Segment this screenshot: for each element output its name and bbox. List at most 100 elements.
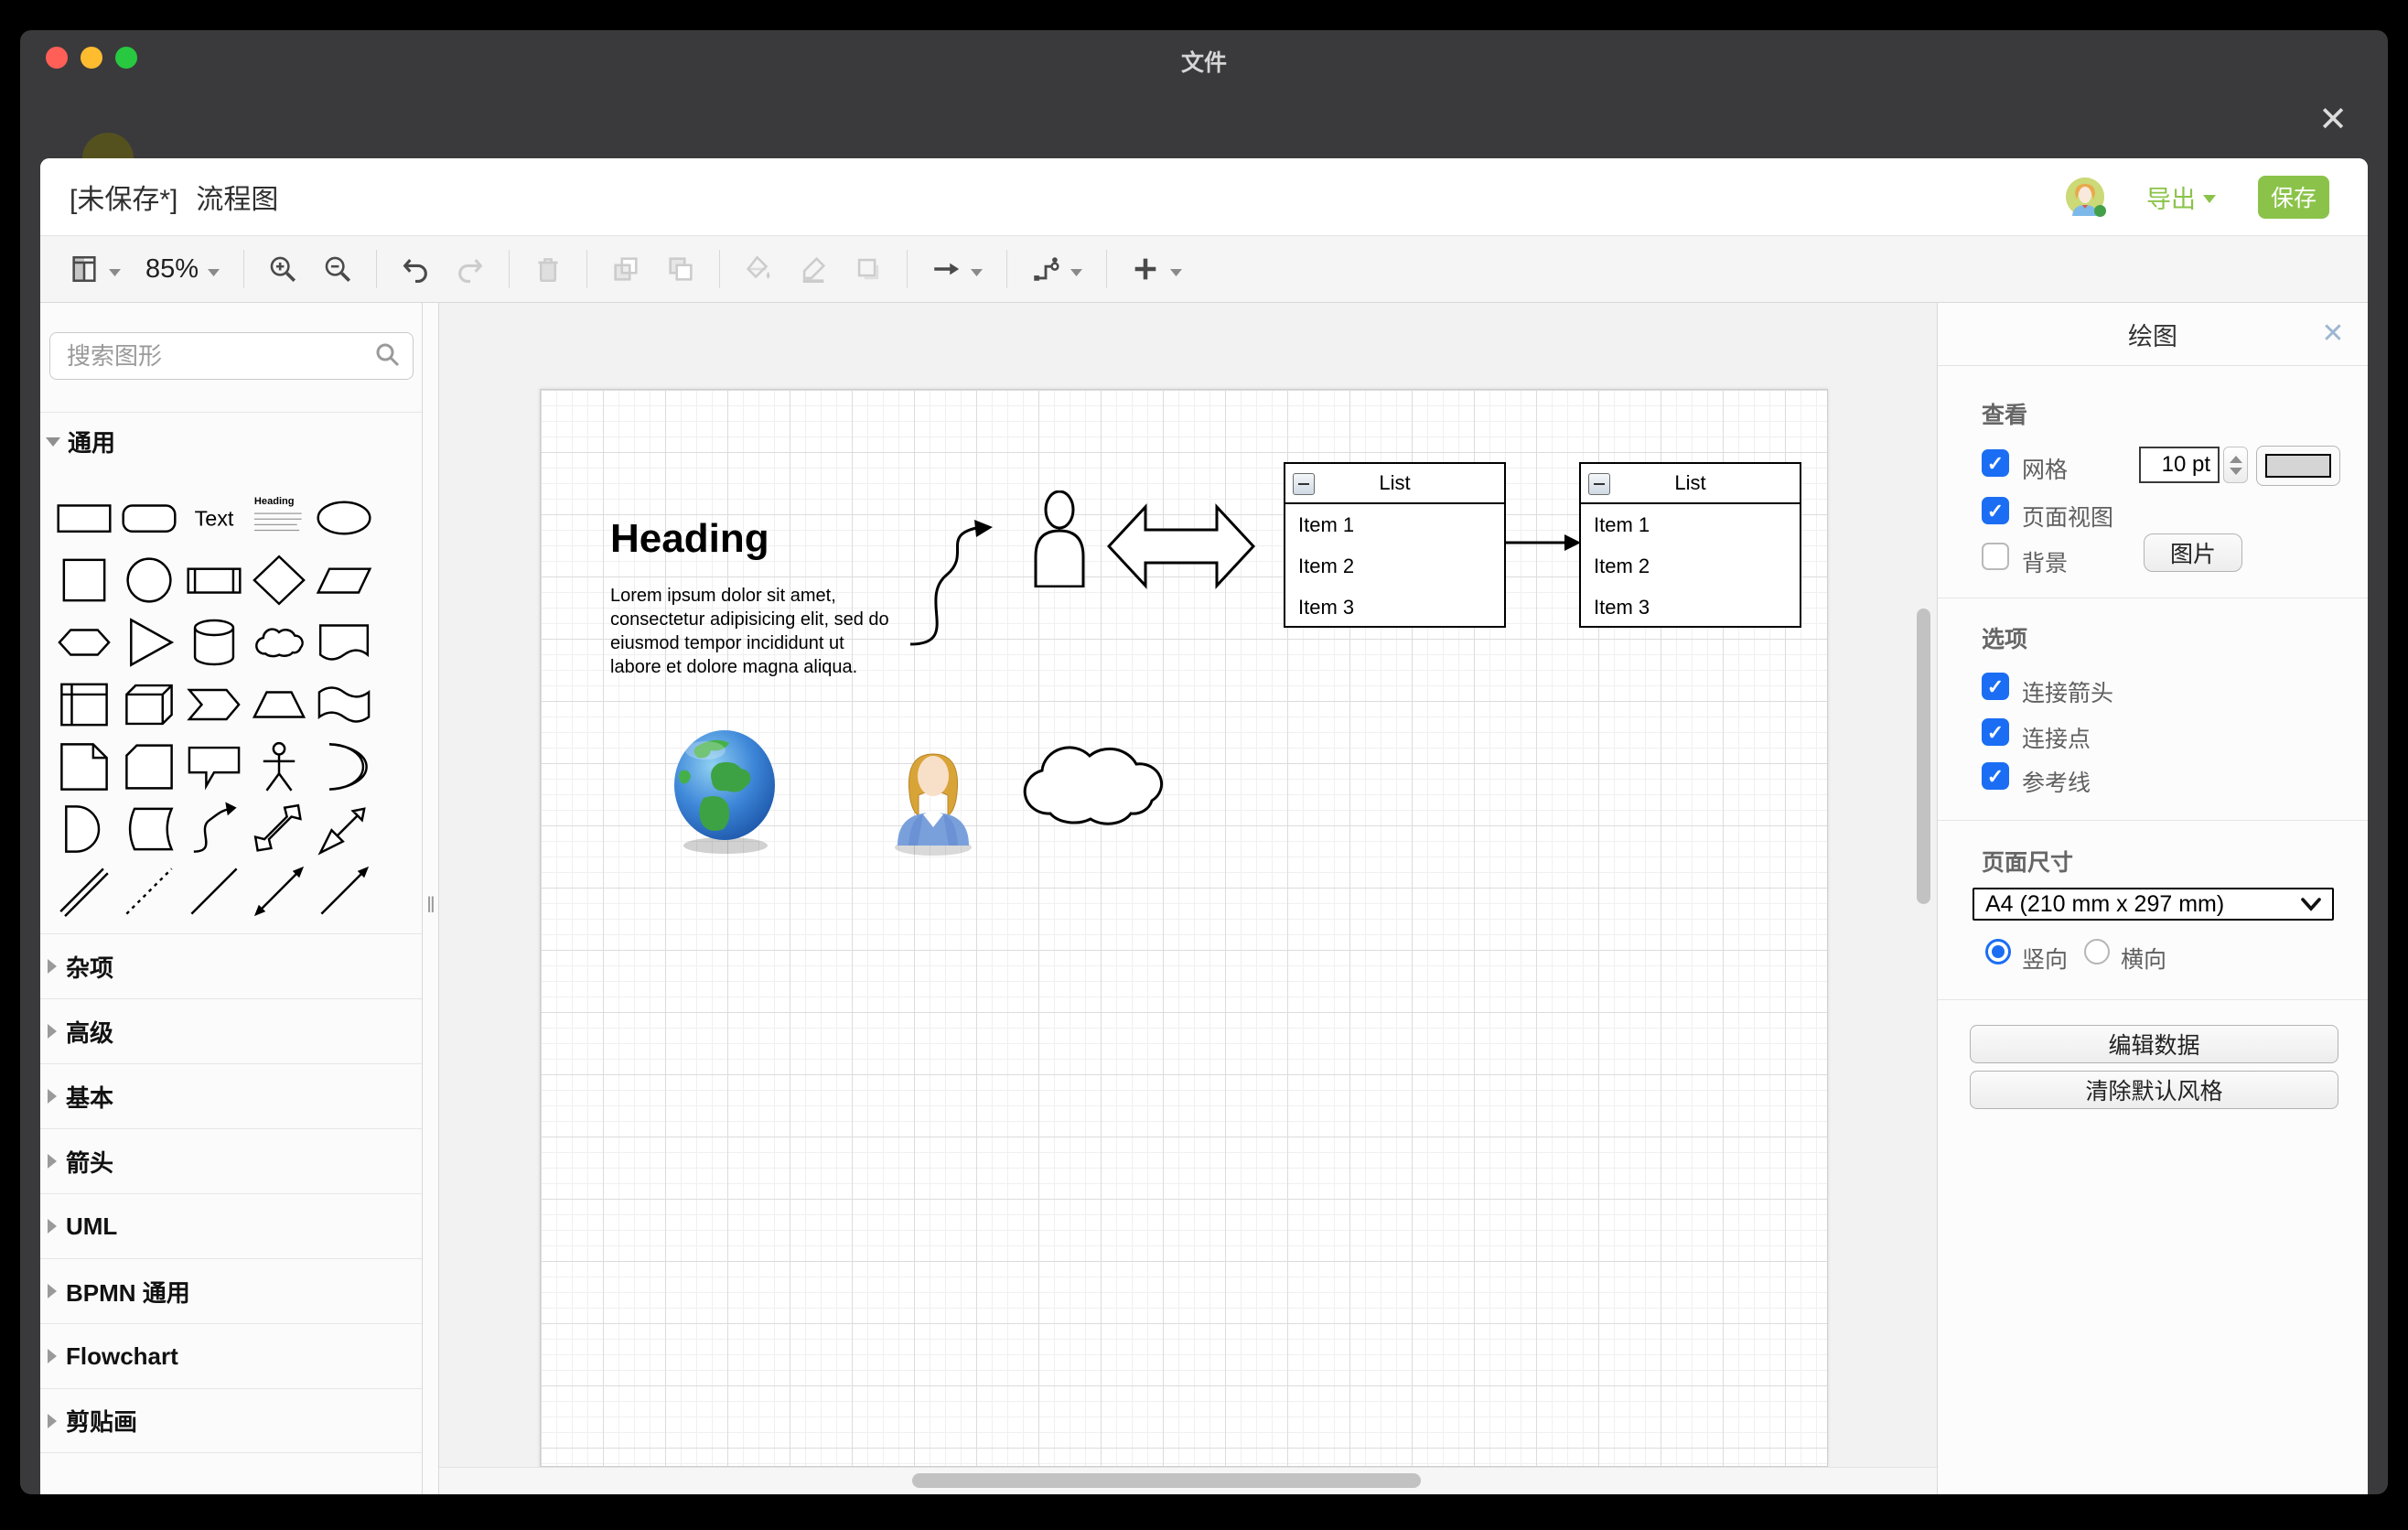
bidirectional-arrow-shape[interactable] xyxy=(248,860,310,922)
two-way-arrow-shape[interactable] xyxy=(1107,490,1255,602)
businesswoman-clipart[interactable] xyxy=(888,736,978,857)
trapezoid-shape[interactable] xyxy=(248,673,310,736)
hexagon-shape[interactable] xyxy=(53,611,115,673)
directional-arrow-shape[interactable] xyxy=(313,860,375,922)
internal-storage-shape[interactable] xyxy=(53,673,115,736)
collapse-minus-icon[interactable] xyxy=(1588,473,1610,495)
list-item[interactable]: Item 2 xyxy=(1285,545,1504,587)
circle-shape[interactable] xyxy=(118,549,180,611)
canvas-heading-text[interactable]: Heading xyxy=(610,516,769,562)
waypoints-button[interactable] xyxy=(1030,253,1083,285)
page-view-checkbox[interactable]: ✓ xyxy=(1982,497,2009,524)
and-shape[interactable] xyxy=(53,798,115,860)
portrait-radio[interactable] xyxy=(1985,939,2011,964)
section-basic[interactable]: 基本 xyxy=(40,1063,422,1128)
cube-shape[interactable] xyxy=(118,673,180,736)
cloud-shape[interactable] xyxy=(248,611,310,673)
or-shape[interactable] xyxy=(313,736,375,798)
diamond-shape[interactable] xyxy=(248,549,310,611)
cloud-shape[interactable] xyxy=(1007,719,1185,838)
clear-default-style-button[interactable]: 清除默认风格 xyxy=(1970,1071,2338,1109)
callout-shape[interactable] xyxy=(183,736,245,798)
list-item[interactable]: Item 1 xyxy=(1285,504,1504,545)
to-front-icon xyxy=(610,253,641,285)
connection-arrow-button[interactable] xyxy=(930,253,984,285)
list-item[interactable]: Item 1 xyxy=(1581,504,1800,545)
double-line-shape[interactable] xyxy=(53,860,115,922)
document-shape[interactable] xyxy=(313,611,375,673)
drawing-page[interactable]: Heading Lorem ipsum dolor sit amet, cons… xyxy=(540,389,1828,1467)
note-shape[interactable] xyxy=(53,736,115,798)
textbox-shape[interactable]: Heading xyxy=(248,487,310,549)
vertical-scrollbar[interactable] xyxy=(1917,609,1930,904)
list-item[interactable]: Item 3 xyxy=(1581,587,1800,628)
section-advanced[interactable]: 高级 xyxy=(40,998,422,1063)
undo-button[interactable] xyxy=(400,253,431,285)
section-uml[interactable]: UML xyxy=(40,1193,422,1258)
background-checkbox[interactable] xyxy=(1982,543,2009,570)
caret-right-icon xyxy=(48,1414,57,1428)
card-shape[interactable] xyxy=(118,736,180,798)
line-shape[interactable] xyxy=(183,860,245,922)
arrow-shape[interactable] xyxy=(313,798,375,860)
data-storage-shape[interactable] xyxy=(118,798,180,860)
grid-size-stepper[interactable] xyxy=(2223,447,2248,483)
grid-checkbox[interactable]: ✓ xyxy=(1982,449,2009,477)
list-shape[interactable]: List Item 1 Item 2 Item 3 xyxy=(1579,462,1801,628)
avatar[interactable] xyxy=(2066,178,2104,216)
zoom-level-button[interactable]: 85% xyxy=(145,254,220,285)
grid-label: 网格 xyxy=(2022,452,2068,485)
zoom-in-button[interactable] xyxy=(267,253,298,285)
list-item[interactable]: Item 3 xyxy=(1285,587,1504,628)
connector-arrow[interactable] xyxy=(1504,532,1581,554)
list-shape[interactable]: List Item 1 Item 2 Item 3 xyxy=(1284,462,1506,628)
canvas-paragraph-text[interactable]: Lorem ipsum dolor sit amet, consectetur … xyxy=(610,584,896,679)
text-shape[interactable]: Text xyxy=(183,487,245,549)
edit-data-button[interactable]: 编辑数据 xyxy=(1970,1025,2338,1063)
list-item[interactable]: Item 2 xyxy=(1581,545,1800,587)
close-icon[interactable]: ✕ xyxy=(2313,100,2353,140)
step-shape[interactable] xyxy=(183,673,245,736)
export-button[interactable]: 导出 xyxy=(2146,179,2216,215)
actor-shape[interactable] xyxy=(248,736,310,798)
double-arrow-shape[interactable] xyxy=(248,798,310,860)
section-clipart[interactable]: 剪贴画 xyxy=(40,1388,422,1453)
zoom-out-button[interactable] xyxy=(322,253,353,285)
connection-arrows-checkbox[interactable]: ✓ xyxy=(1982,673,2009,700)
page-size-select[interactable]: A4 (210 mm x 297 mm) xyxy=(1973,888,2334,921)
rounded-rectangle-shape[interactable] xyxy=(118,487,180,549)
curve-shape[interactable] xyxy=(183,798,245,860)
panel-close-icon[interactable]: ✕ xyxy=(2317,318,2349,350)
ellipse-shape[interactable] xyxy=(313,487,375,549)
actor-shape[interactable] xyxy=(1030,490,1089,587)
section-bpmn[interactable]: BPMN 通用 xyxy=(40,1258,422,1323)
sidebar-splitter[interactable]: ‖ xyxy=(423,303,439,1494)
image-button[interactable]: 图片 xyxy=(2144,533,2242,572)
dotted-line-shape[interactable] xyxy=(118,860,180,922)
grid-color-swatch[interactable] xyxy=(2256,446,2340,486)
tape-shape[interactable] xyxy=(313,673,375,736)
save-button[interactable]: 保存 xyxy=(2258,176,2329,219)
section-misc[interactable]: 杂项 xyxy=(40,933,422,998)
rectangle-shape[interactable] xyxy=(53,487,115,549)
landscape-radio[interactable] xyxy=(2084,939,2110,964)
drawing-canvas[interactable]: Heading Lorem ipsum dolor sit amet, cons… xyxy=(439,303,1937,1494)
cylinder-shape[interactable] xyxy=(183,611,245,673)
collapse-minus-icon[interactable] xyxy=(1293,473,1315,495)
page-outline-button[interactable] xyxy=(69,253,122,285)
parallelogram-shape[interactable] xyxy=(313,549,375,611)
connection-points-checkbox[interactable]: ✓ xyxy=(1982,718,2009,746)
section-flowchart[interactable]: Flowchart xyxy=(40,1323,422,1388)
section-general[interactable]: 通用 xyxy=(40,412,422,471)
process-shape[interactable] xyxy=(183,549,245,611)
curve-arrow-shape[interactable] xyxy=(905,507,1005,653)
triangle-shape[interactable] xyxy=(118,611,180,673)
earth-globe-clipart[interactable] xyxy=(669,727,786,857)
horizontal-scrollbar[interactable] xyxy=(912,1473,1421,1488)
search-input[interactable] xyxy=(50,342,373,371)
insert-button[interactable] xyxy=(1130,253,1183,285)
guides-checkbox[interactable]: ✓ xyxy=(1982,762,2009,790)
section-arrows[interactable]: 箭头 xyxy=(40,1128,422,1193)
grid-size-input[interactable] xyxy=(2139,447,2220,483)
square-shape[interactable] xyxy=(53,549,115,611)
